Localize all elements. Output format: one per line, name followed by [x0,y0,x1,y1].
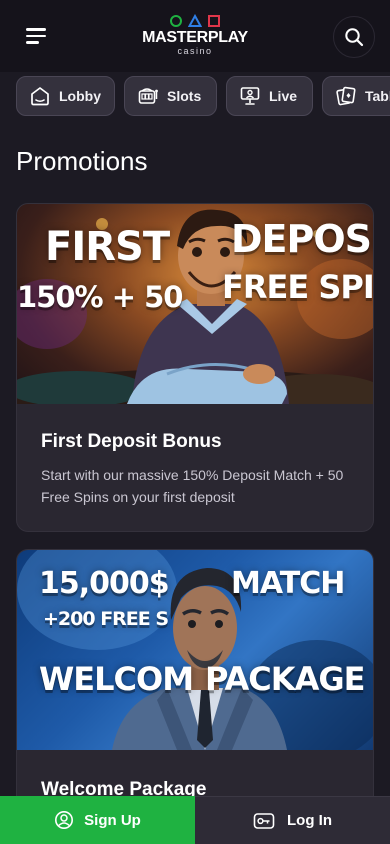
category-tabs: Lobby Slots Live Tabl [16,76,390,116]
key-icon [253,812,275,829]
banner-offer-spins: FREE SPINS [222,268,374,306]
tab-live-label: Live [269,88,298,104]
top-header: MASTERPLAY casino [0,0,390,72]
logo-subtitle: casino [177,46,213,56]
search-icon [345,28,364,47]
banner-free-spins: +200 FREE S [43,608,169,630]
tab-slots[interactable]: Slots [124,76,217,116]
tab-table-games[interactable]: Tabl [322,76,390,116]
bottom-auth-bar: Sign Up Log In [0,796,390,844]
log-in-label: Log In [287,812,332,829]
banner-welcome: WELCOM [39,660,194,698]
promotion-description: Start with our massive 150% Deposit Matc… [41,467,344,505]
promotion-banner-welcome-package: 15,000$ MATCH +200 FREE S WELCOM PACKAGE [17,550,373,750]
promotion-banner-first-deposit: FIRST DEPOSIT 150% + 50 FREE SPINS [17,204,374,404]
banner-headline-first: FIRST [45,224,170,270]
promotion-title: First Deposit Bonus [41,431,222,452]
masterplay-logo[interactable]: MASTERPLAY casino [140,14,250,60]
hamburger-menu-icon[interactable] [18,20,54,52]
logo-title: MASTERPLAY [142,29,248,46]
log-in-button[interactable]: Log In [195,796,390,844]
sign-up-label: Sign Up [84,811,141,829]
page-title: Promotions [16,146,148,176]
slot-machine-icon [138,88,158,104]
sign-up-button[interactable]: Sign Up [0,796,195,844]
live-dealer-icon [240,87,260,105]
tab-lobby[interactable]: Lobby [16,76,115,116]
table-games-icon [336,86,356,106]
logo-shapes-icon [140,14,250,28]
lobby-icon [31,87,49,106]
tab-table-games-label: Tabl [365,88,390,104]
banner-amount: 15,000$ [39,566,170,601]
tab-lobby-label: Lobby [59,88,101,104]
banner-package: PACKAGE [205,660,365,698]
search-button[interactable] [333,16,375,58]
tab-slots-label: Slots [167,88,202,104]
banner-offer-percent: 150% + 50 [17,280,183,314]
banner-headline-deposit: DEPOSIT [231,217,373,261]
promotion-card-first-deposit[interactable]: FIRST DEPOSIT 150% + 50 FREE SPINS First… [16,203,374,532]
banner-match: MATCH [231,566,345,601]
tab-live[interactable]: Live [226,76,313,116]
promotion-card-welcome-package[interactable]: 15,000$ MATCH +200 FREE S WELCOM PACKAGE… [16,549,374,809]
user-icon [55,811,74,829]
